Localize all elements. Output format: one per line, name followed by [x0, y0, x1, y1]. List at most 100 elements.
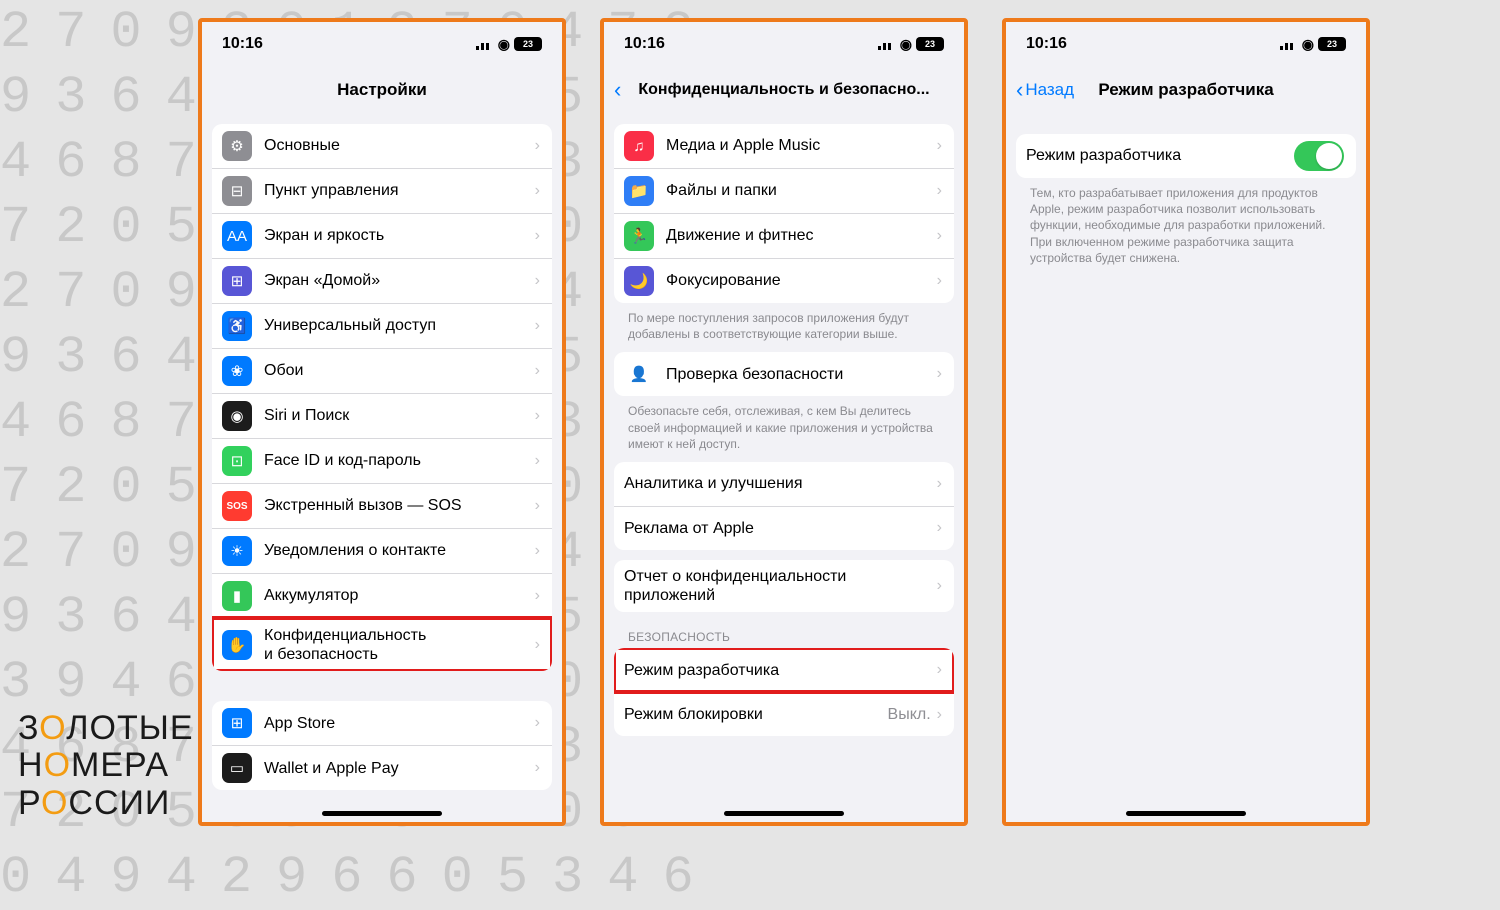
settings-row-files[interactable]: 📁Файлы и папки› [614, 168, 954, 213]
row-label: Отчет о конфиденциальности приложений [624, 567, 937, 605]
wifi-icon: ◉ [1302, 36, 1314, 53]
chevron-right-icon: › [535, 227, 540, 245]
general-icon: ⚙ [222, 131, 252, 161]
sos-icon: SOS [222, 491, 252, 521]
wifi-icon: ◉ [498, 36, 510, 53]
row-label: Режим блокировки [624, 705, 888, 724]
back-label: Назад [1025, 80, 1074, 100]
row-label: Обои [264, 361, 535, 380]
row-label: Уведомления о контакте [264, 541, 535, 560]
row-label: Файлы и папки [666, 181, 937, 200]
settings-row-wallet[interactable]: ▭Wallet и Apple Pay› [212, 745, 552, 790]
safety-note: Обезопасьте себя, отслеживая, с кем Вы д… [614, 396, 954, 452]
row-label: Универсальный доступ [264, 316, 535, 335]
chevron-right-icon: › [937, 661, 942, 679]
dev-mode-description: Тем, кто разрабатывает приложения для пр… [1016, 178, 1356, 266]
row-label: Проверка безопасности [666, 365, 937, 384]
focus-icon: 🌙 [624, 266, 654, 296]
back-button[interactable]: ‹ Назад [1016, 66, 1074, 114]
dev-mode-toggle[interactable] [1294, 141, 1344, 171]
row-label: Аналитика и улучшения [624, 474, 937, 493]
row-label: Пункт управления [264, 181, 535, 200]
settings-row-faceid[interactable]: ⊡Face ID и код-пароль› [212, 438, 552, 483]
row-label: Аккумулятор [264, 586, 535, 605]
row-label: App Store [264, 714, 535, 733]
brand-logo: ЗОЛОТЫЕ НОМЕРА РОССИИ [18, 710, 194, 822]
chevron-right-icon: › [535, 317, 540, 335]
settings-row-home-screen[interactable]: ⊞ Экран «Домой»› [212, 258, 552, 303]
cellular-icon [878, 38, 896, 50]
row-label: Реклама от Apple [624, 519, 937, 538]
settings-row-display[interactable]: AAЭкран и яркость› [212, 213, 552, 258]
settings-row-battery[interactable]: ▮ Аккумулятор› [212, 573, 552, 618]
media-icon: ♫ [624, 131, 654, 161]
settings-row-sos[interactable]: SOS Экстренный вызов — SOS› [212, 483, 552, 528]
accessibility-icon: ♿ [222, 311, 252, 341]
chevron-right-icon: › [937, 519, 942, 537]
category-note: По мере поступления запросов приложения … [614, 303, 954, 342]
nav-bar: Настройки [202, 66, 562, 114]
settings-row-accessibility[interactable]: ♿ Универсальный доступ› [212, 303, 552, 348]
row-label: Экран «Домой» [264, 271, 535, 290]
battery-icon: 23 [514, 37, 542, 51]
row-label: Фокусирование [666, 271, 937, 290]
files-icon: 📁 [624, 176, 654, 206]
chevron-right-icon: › [937, 137, 942, 155]
phone-screen-devmode: 10:16 ◉ 23 ‹ Назад Режим разработчика Ре… [1002, 18, 1370, 826]
chevron-right-icon: › [937, 365, 942, 383]
status-time: 10:16 [222, 35, 263, 53]
page-title: Режим разработчика [1098, 80, 1273, 100]
chevron-right-icon: › [937, 272, 942, 290]
chevron-right-icon: › [535, 497, 540, 515]
settings-row-siri[interactable]: ◉Siri и Поиск› [212, 393, 552, 438]
chevron-right-icon: › [535, 587, 540, 605]
status-bar: 10:16 ◉ 23 [604, 22, 964, 66]
page-title: Настройки [337, 80, 427, 100]
settings-row-dev-mode[interactable]: Режим разработчика› [614, 648, 954, 692]
row-value: Выкл. [888, 706, 931, 724]
row-label: Экран и яркость [264, 226, 535, 245]
wifi-icon: ◉ [900, 36, 912, 53]
chevron-right-icon: › [937, 227, 942, 245]
home-indicator[interactable] [322, 811, 442, 816]
home-indicator[interactable] [1126, 811, 1246, 816]
settings-row-control-center[interactable]: ⊟Пункт управления› [212, 168, 552, 213]
dev-mode-toggle-row[interactable]: Режим разработчика [1016, 134, 1356, 178]
settings-row-analytics[interactable]: Аналитика и улучшения› [614, 462, 954, 506]
chevron-left-icon: ‹ [1016, 77, 1023, 103]
settings-row-focus[interactable]: 🌙 Фокусирование› [614, 258, 954, 303]
battery-icon: ▮ [222, 581, 252, 611]
page-title: Конфиденциальность и безопасно... [638, 81, 929, 99]
chevron-right-icon: › [535, 362, 540, 380]
chevron-right-icon: › [937, 577, 942, 595]
chevron-right-icon: › [535, 542, 540, 560]
settings-row-safety-check[interactable]: 👤Проверка безопасности› [614, 352, 954, 396]
settings-row-motion[interactable]: 🏃Движение и фитнес› [614, 213, 954, 258]
settings-row-ads[interactable]: Реклама от Apple› [614, 506, 954, 550]
settings-row-lockdown[interactable]: Режим блокировкиВыкл.› [614, 692, 954, 736]
chevron-right-icon: › [535, 714, 540, 732]
settings-row-privacy[interactable]: ✋Конфиденциальность и безопасность› [212, 618, 552, 671]
cellular-icon [1280, 38, 1298, 50]
appstore-icon: ⊞ [222, 708, 252, 738]
home-indicator[interactable] [724, 811, 844, 816]
siri-icon: ◉ [222, 401, 252, 431]
settings-row-media[interactable]: ♫ Медиа и Apple Music› [614, 124, 954, 168]
settings-row-wallpaper[interactable]: ❀Обои› [212, 348, 552, 393]
back-button[interactable]: ‹ [614, 66, 623, 114]
row-label: Конфиденциальность и безопасность [264, 626, 535, 664]
chevron-right-icon: › [535, 272, 540, 290]
row-label: Экстренный вызов — SOS [264, 496, 535, 515]
settings-row-privacy-report[interactable]: Отчет о конфиденциальности приложений› [614, 560, 954, 612]
settings-row-general[interactable]: ⚙Основные› [212, 124, 552, 168]
motion-icon: 🏃 [624, 221, 654, 251]
row-label: Медиа и Apple Music [666, 136, 937, 155]
row-label: Основные [264, 136, 535, 155]
nav-bar: ‹ Конфиденциальность и безопасно... [604, 66, 964, 114]
settings-row-appstore[interactable]: ⊞ App Store› [212, 701, 552, 745]
home-screen-icon: ⊞ [222, 266, 252, 296]
privacy-icon: ✋ [222, 630, 252, 660]
exposure-icon: ☀ [222, 536, 252, 566]
settings-row-exposure[interactable]: ☀ Уведомления о контакте› [212, 528, 552, 573]
chevron-right-icon: › [535, 407, 540, 425]
